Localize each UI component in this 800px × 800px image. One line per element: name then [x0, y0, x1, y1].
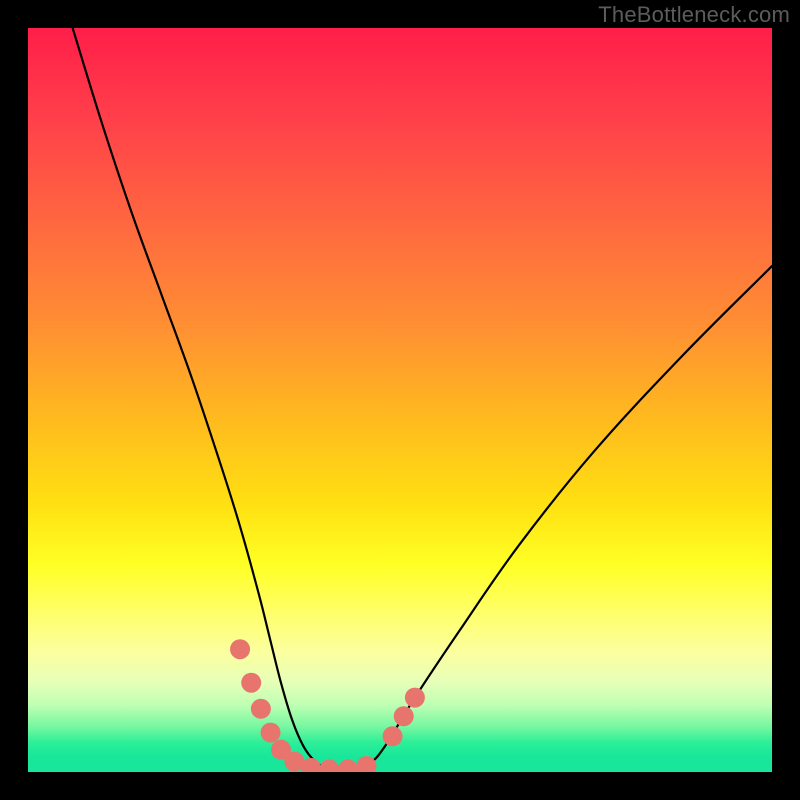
plot-area	[28, 28, 772, 772]
chart-frame: TheBottleneck.com	[0, 0, 800, 800]
curve-layer	[28, 28, 772, 772]
curve-markers	[230, 639, 425, 772]
curve-marker	[230, 639, 250, 659]
curve-marker	[261, 723, 281, 743]
watermark-text: TheBottleneck.com	[598, 2, 790, 28]
curve-marker	[383, 726, 403, 746]
curve-marker	[357, 756, 377, 772]
curve-marker	[394, 706, 414, 726]
curve-marker	[241, 673, 261, 693]
curve-marker	[251, 699, 271, 719]
curve-marker	[405, 688, 425, 708]
curve-marker	[319, 759, 339, 772]
curve-marker	[338, 759, 358, 772]
bottleneck-curve	[73, 28, 772, 770]
